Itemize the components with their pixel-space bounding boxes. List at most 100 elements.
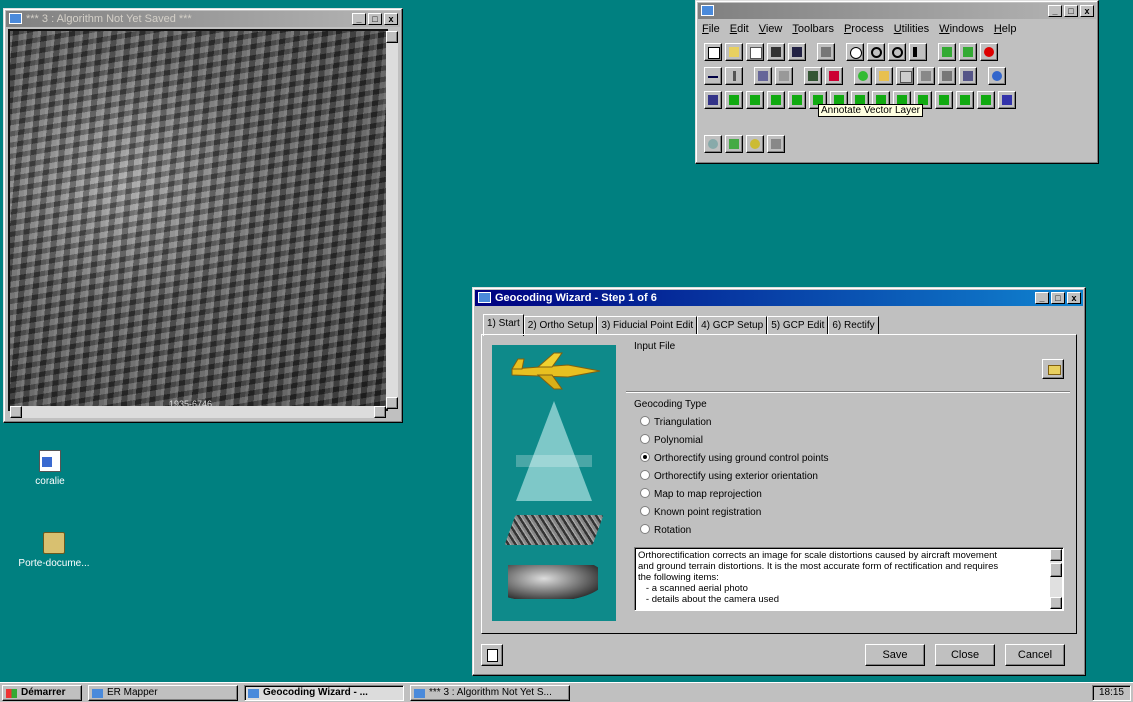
close-wizard-button[interactable]: Close [935, 644, 995, 666]
radio-rotation[interactable]: Rotation [640, 524, 691, 536]
taskbar-item-geocoding-wizard[interactable]: Geocoding Wizard - ... [244, 685, 404, 701]
ermapper-main-window[interactable]: _ □ x File Edit View Toolbars Process Ut… [695, 0, 1099, 164]
taskbar-item-label: *** 3 : Algorithm Not Yet S... [429, 687, 552, 698]
print-icon[interactable] [817, 43, 835, 61]
dataset-icon[interactable] [977, 91, 995, 109]
desktop-icon-porte-documents[interactable]: Porte-docume... [14, 532, 94, 569]
close-button[interactable]: x [1067, 292, 1081, 304]
menu-toolbars[interactable]: Toolbars [792, 23, 834, 35]
vector-icon[interactable] [804, 67, 822, 85]
maximize-button[interactable]: □ [368, 13, 382, 25]
minimize-button[interactable]: _ [1035, 292, 1049, 304]
zoom-icon[interactable] [867, 43, 885, 61]
internet-icon[interactable] [988, 67, 1006, 85]
tab-rectify[interactable]: 6) Rectify [828, 316, 879, 335]
annotate-icon[interactable] [754, 67, 772, 85]
tab-ortho-setup[interactable]: 2) Ortho Setup [523, 316, 598, 335]
maximize-button[interactable]: □ [1051, 292, 1065, 304]
terrain-icon[interactable] [956, 91, 974, 109]
save-icon[interactable] [767, 43, 785, 61]
taskbar-item-algorithm[interactable]: *** 3 : Algorithm Not Yet S... [410, 685, 570, 701]
formula-icon[interactable] [788, 91, 806, 109]
save-as-icon[interactable] [788, 43, 806, 61]
band-icon[interactable] [767, 91, 785, 109]
tab-start[interactable]: 1) Start [483, 314, 524, 336]
flythrough-icon[interactable] [725, 135, 743, 153]
new-file-icon[interactable] [704, 43, 722, 61]
edit-layer-icon[interactable] [896, 67, 914, 85]
crosshair-icon[interactable] [938, 67, 956, 85]
minimize-button[interactable]: _ [1048, 5, 1062, 17]
description-line: - details about the camera used [638, 594, 779, 605]
image-window[interactable]: *** 3 : Algorithm Not Yet Saved *** _ □ … [3, 8, 403, 423]
traverse-icon[interactable] [935, 91, 953, 109]
vertical-scrollbar[interactable] [386, 31, 398, 409]
scroll-left-button[interactable] [10, 406, 22, 418]
menu-windows[interactable]: Windows [939, 23, 984, 35]
grid-icon[interactable] [775, 67, 793, 85]
3d-view-icon[interactable] [704, 135, 722, 153]
view-icon[interactable] [938, 43, 956, 61]
radio-orthorectify-gcp[interactable]: Orthorectify using ground control points [640, 452, 829, 464]
radio-polynomial[interactable]: Polynomial [640, 434, 703, 446]
menu-file[interactable]: File [702, 23, 720, 35]
scroll-up-button[interactable] [1050, 549, 1062, 561]
copy-icon[interactable] [746, 43, 764, 61]
text-tool-icon[interactable] [725, 67, 743, 85]
movie-icon[interactable] [746, 135, 764, 153]
graph-icon[interactable] [998, 91, 1016, 109]
classify-icon[interactable] [725, 91, 743, 109]
scroll-down-button[interactable] [1050, 597, 1062, 609]
help-button[interactable] [481, 644, 503, 666]
menu-help[interactable]: Help [994, 23, 1017, 35]
chart-icon[interactable] [959, 67, 977, 85]
save-button[interactable]: Save [865, 644, 925, 666]
radio-known-point[interactable]: Known point registration [640, 506, 761, 518]
wizard-titlebar[interactable]: Geocoding Wizard - Step 1 of 6 _ □ x [475, 290, 1083, 306]
menu-utilities[interactable]: Utilities [894, 23, 929, 35]
start-button[interactable]: Démarrer [2, 685, 82, 701]
zoom-box-icon[interactable] [888, 43, 906, 61]
menu-edit[interactable]: Edit [730, 23, 749, 35]
hash-grid-icon[interactable] [917, 67, 935, 85]
radio-orthorectify-exterior[interactable]: Orthorectify using exterior orientation [640, 470, 818, 482]
scroll-down-button[interactable] [386, 397, 398, 409]
scroll-up-button[interactable] [386, 31, 398, 43]
menu-process[interactable]: Process [844, 23, 884, 35]
aerial-photo[interactable] [10, 31, 386, 409]
folder-layer-icon[interactable] [875, 67, 893, 85]
image-window-titlebar[interactable]: *** 3 : Algorithm Not Yet Saved *** _ □ … [6, 11, 400, 27]
line-tool-icon[interactable] [704, 67, 722, 85]
filter-icon[interactable] [746, 91, 764, 109]
close-button[interactable]: x [384, 13, 398, 25]
histogram-icon[interactable] [704, 91, 722, 109]
close-button[interactable]: x [1080, 5, 1094, 17]
scroll-thumb[interactable] [1050, 563, 1062, 577]
layers-icon[interactable] [959, 43, 977, 61]
radio-map-to-map[interactable]: Map to map reprojection [640, 488, 762, 500]
tab-gcp-setup[interactable]: 4) GCP Setup [697, 316, 768, 335]
stop-icon[interactable] [980, 43, 998, 61]
horizontal-scrollbar[interactable] [10, 406, 386, 418]
cancel-button[interactable]: Cancel [1005, 644, 1065, 666]
description-scrollbar[interactable] [1050, 549, 1062, 609]
palette-icon[interactable] [767, 135, 785, 153]
maximize-button[interactable]: □ [1064, 5, 1078, 17]
hand-pan-icon[interactable] [846, 43, 864, 61]
desktop-icon-coralie[interactable]: coralie [10, 450, 90, 487]
menu-view[interactable]: View [759, 23, 783, 35]
annotate-vector-layer-icon[interactable] [825, 67, 843, 85]
radio-triangulation[interactable]: Triangulation [640, 416, 711, 428]
description-textbox[interactable]: Orthorectification corrects an image for… [634, 547, 1064, 611]
scroll-right-button[interactable] [374, 406, 386, 418]
open-folder-icon[interactable] [725, 43, 743, 61]
taskbar-item-er-mapper[interactable]: ER Mapper [88, 685, 238, 701]
tab-gcp-edit[interactable]: 5) GCP Edit [767, 316, 829, 335]
pointer-icon[interactable] [909, 43, 927, 61]
geocoding-wizard-dialog[interactable]: Geocoding Wizard - Step 1 of 6 _ □ x 1) … [472, 287, 1086, 676]
minimize-button[interactable]: _ [352, 13, 366, 25]
browse-input-button[interactable] [1042, 359, 1064, 379]
ermapper-titlebar[interactable]: _ □ x [698, 3, 1096, 19]
tab-fiducial-point-edit[interactable]: 3) Fiducial Point Edit [597, 316, 698, 335]
globe-icon[interactable] [854, 67, 872, 85]
